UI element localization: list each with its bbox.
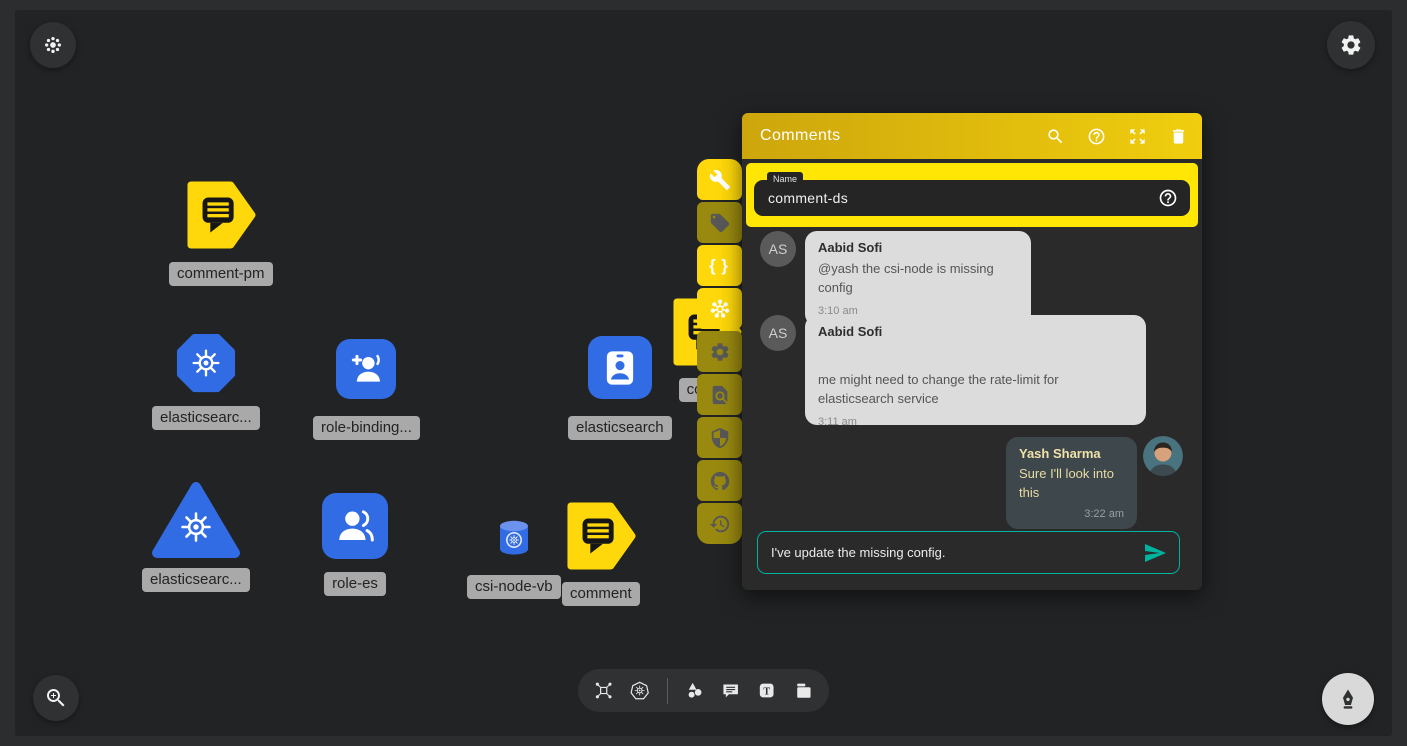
tag-icon (709, 212, 731, 234)
node-label: elasticsearc... (152, 406, 260, 430)
question-icon[interactable] (1158, 188, 1178, 208)
node-label: comment (562, 582, 640, 606)
hub-menu-button[interactable] (30, 22, 76, 68)
message-text: Sure I'll look into this (1019, 465, 1124, 503)
settings-tool-button[interactable] (697, 331, 742, 372)
message-time: 3:11 am (818, 416, 1133, 428)
node-elasticsearch-serviceaccount[interactable]: elasticsearch (568, 336, 672, 440)
search-icon[interactable] (1046, 127, 1065, 146)
avatar-initials: AS (769, 325, 788, 341)
history-tool-button[interactable] (697, 503, 742, 544)
design-canvas[interactable]: comment-pm elasticsearc... role-binding.… (15, 10, 1392, 736)
trash-icon[interactable] (1169, 127, 1188, 146)
message-text: @yash the csi-node is missing config (818, 260, 1018, 298)
avatar: AS (760, 231, 796, 267)
name-input[interactable] (768, 190, 1158, 206)
comment-node-icon (186, 181, 256, 249)
wrench-icon (709, 169, 731, 191)
name-field-label: Name (767, 172, 803, 186)
name-section: Name (746, 163, 1198, 227)
role-binding-icon (336, 339, 396, 399)
panel-title: Comments (760, 127, 841, 145)
help-icon[interactable] (1087, 127, 1106, 146)
node-action-toolbar: { } (697, 159, 742, 544)
shape-palette-toolbar (578, 669, 829, 712)
node-label: elasticsearch (568, 416, 672, 440)
message-input[interactable] (771, 545, 1143, 560)
csi-node-icon (495, 518, 533, 558)
node-elasticsearch-octagon[interactable]: elasticsearc... (152, 332, 260, 430)
node-elasticsearch-triangle[interactable]: elasticsearc... (142, 480, 250, 592)
send-icon[interactable] (1143, 541, 1167, 565)
message-bubble: Yash Sharma Sure I'll look into this 3:2… (1006, 437, 1137, 529)
shield-icon (709, 427, 731, 449)
pen-tool-button[interactable] (1322, 673, 1374, 725)
comment-icon[interactable] (721, 679, 740, 702)
node-role-es[interactable]: role-es (322, 493, 388, 596)
text-icon[interactable] (757, 679, 776, 702)
node-label: role-binding... (313, 416, 420, 440)
message-time: 3:22 am (1019, 508, 1124, 520)
hub-icon (43, 35, 63, 55)
message-author: Aabid Sofi (818, 240, 1018, 255)
comment-node-icon (566, 501, 636, 571)
note-icon[interactable] (794, 679, 813, 702)
github-icon (709, 470, 731, 492)
pen-nib-icon (1336, 687, 1360, 711)
json-tool-button[interactable]: { } (697, 245, 742, 286)
app-frame: comment-pm elasticsearc... role-binding.… (0, 0, 1407, 746)
node-csi-node-vb[interactable]: csi-node-vb (467, 518, 561, 599)
history-icon (709, 513, 731, 535)
node-label: comment-pm (169, 262, 273, 286)
shapes-icon[interactable] (685, 679, 704, 702)
message-bubble: Aabid Sofi me might need to change the r… (805, 315, 1146, 425)
comments-panel-header[interactable]: Comments (742, 113, 1202, 159)
message-text: me might need to change the rate-limit f… (818, 371, 1133, 409)
zoom-in-icon (44, 686, 68, 710)
gear-icon (709, 341, 731, 363)
service-account-icon (588, 336, 652, 399)
circuit-icon[interactable] (594, 679, 613, 702)
kubernetes-triangle-icon (150, 480, 242, 562)
name-input-wrap: Name (754, 180, 1190, 216)
snowflake-icon (709, 298, 731, 320)
node-label: elasticsearc... (142, 568, 250, 592)
settings-button[interactable] (1327, 21, 1375, 69)
person-photo-icon (1143, 436, 1183, 476)
doc-search-icon (709, 384, 731, 406)
kubernetes-icon[interactable] (630, 679, 649, 702)
braces-icon: { } (709, 256, 730, 276)
labels-tool-button[interactable] (697, 202, 742, 243)
node-label: csi-node-vb (467, 575, 561, 599)
message-author: Aabid Sofi (818, 324, 1133, 339)
avatar-initials: AS (769, 241, 788, 257)
node-role-binding[interactable]: role-binding... (313, 339, 420, 440)
expand-icon[interactable] (1128, 127, 1147, 146)
node-label: role-es (324, 572, 386, 596)
node-comment[interactable]: comment (562, 501, 640, 606)
validate-tool-button[interactable] (697, 374, 742, 415)
message-composer (757, 531, 1180, 574)
comments-panel: Comments Name AS Aabi (742, 113, 1202, 590)
configure-tool-button[interactable] (697, 159, 742, 200)
role-icon (322, 493, 388, 559)
security-tool-button[interactable] (697, 417, 742, 458)
kubernetes-octagon-icon (175, 332, 237, 394)
zoom-button[interactable] (33, 675, 79, 721)
gear-icon (1339, 33, 1363, 57)
message-author: Yash Sharma (1019, 446, 1124, 461)
node-comment-pm[interactable]: comment-pm (169, 181, 273, 286)
message-bubble: Aabid Sofi @yash the csi-node is missing… (805, 231, 1031, 326)
avatar-photo (1143, 436, 1183, 476)
kanvas-tool-button[interactable] (697, 288, 742, 329)
github-tool-button[interactable] (697, 460, 742, 501)
avatar: AS (760, 315, 796, 351)
divider (667, 678, 668, 704)
